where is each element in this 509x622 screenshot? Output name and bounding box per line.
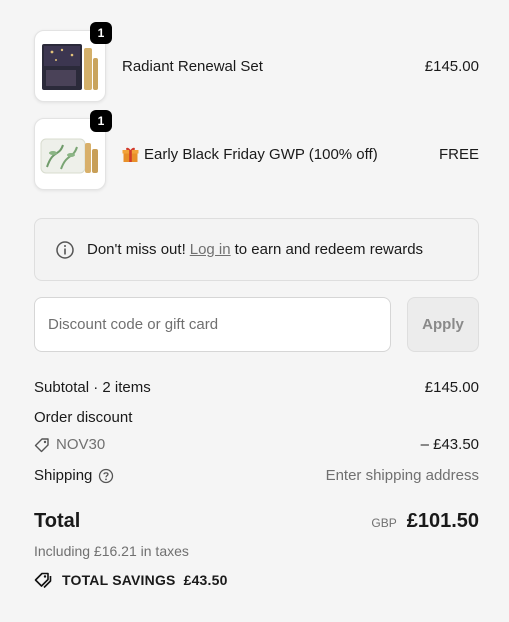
discount-code-row: NOV30 – £43.50 — [34, 436, 479, 453]
order-discount-row: Order discount — [34, 409, 479, 426]
discount-form: Apply — [34, 297, 479, 352]
currency-code: GBP — [371, 516, 397, 530]
line-item-radiant-renewal-set: 1 Radiant Renewal Set £145.00 — [34, 22, 479, 102]
subtotal-row: Subtotal · 2 items £145.00 — [34, 379, 479, 396]
total-amount-group: GBP £101.50 — [371, 510, 479, 533]
tags-icon — [34, 571, 54, 589]
total-amount: £101.50 — [406, 510, 479, 532]
item-name: Radiant Renewal Set — [122, 57, 263, 75]
apply-button[interactable]: Apply — [407, 297, 479, 352]
item-name: Early Black Friday GWP (100% off) — [144, 145, 378, 163]
shipping-label-group: Shipping — [34, 467, 114, 484]
taxes-row: Including £16.21 in taxes — [34, 543, 479, 559]
discount-code-input[interactable] — [34, 297, 391, 352]
order-discount-label: Order discount — [34, 409, 133, 426]
shipping-label: Shipping — [34, 467, 93, 484]
shipping-value: Enter shipping address — [325, 467, 479, 484]
product-thumbnail: 1 — [34, 110, 112, 190]
login-link[interactable]: Log in — [190, 241, 231, 258]
total-label: Total — [34, 510, 81, 532]
gift-icon — [122, 146, 139, 163]
subtotal-value: £145.00 — [424, 379, 479, 396]
discount-code-text: NOV30 — [56, 436, 106, 453]
product-thumbnail: 1 — [34, 22, 112, 102]
tag-icon — [34, 437, 50, 453]
discount-code: NOV30 — [34, 436, 105, 453]
savings-group: TOTAL SAVINGS £43.50 — [34, 571, 228, 589]
item-price: FREE — [438, 145, 479, 163]
line-item-gwp: 1 Early Black Friday GWP (100% off) FREE — [34, 110, 479, 190]
shipping-row: Shipping Enter shipping address — [34, 467, 479, 484]
help-circle-icon[interactable] — [98, 468, 114, 484]
notice-text-after: to earn and redeem rewards — [234, 241, 424, 258]
savings-label: TOTAL SAVINGS — [62, 572, 176, 588]
item-name-wrapper: Early Black Friday GWP (100% off) — [122, 146, 439, 163]
notice-text-before: Don't miss out! — [87, 241, 186, 258]
savings-row: TOTAL SAVINGS £43.50 — [34, 571, 479, 589]
quantity-badge: 1 — [90, 110, 112, 132]
rewards-notice: Don't miss out! Log in to earn and redee… — [34, 218, 479, 281]
subtotal-label: Subtotal · 2 items — [34, 379, 151, 396]
info-icon — [55, 240, 75, 260]
quantity-badge: 1 — [90, 22, 112, 44]
total-row: Total GBP £101.50 — [34, 510, 479, 533]
item-price: £145.00 — [424, 57, 479, 75]
taxes-note: Including £16.21 in taxes — [34, 543, 189, 559]
discount-value: – £43.50 — [420, 436, 479, 453]
savings-value: £43.50 — [183, 572, 228, 588]
